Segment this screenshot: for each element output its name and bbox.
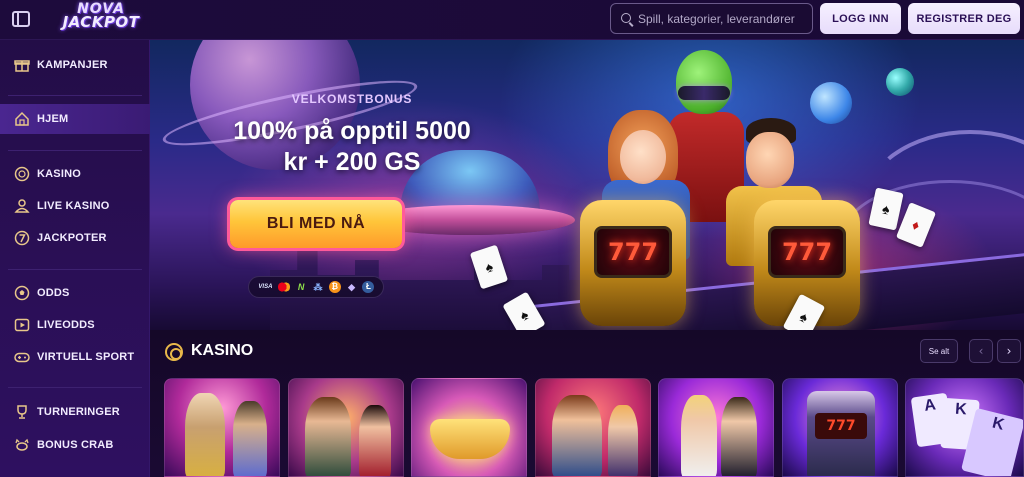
hero-eyebrow: VELKOMSTBONUS [291,92,413,106]
game-card-greek-gods[interactable] [164,378,280,477]
play-icon [14,317,30,333]
game-art [305,397,351,476]
hero-banner[interactable]: 777 777 ♠ ♠ ♦ ♠ ♠ VELKOMSTBONUS 100% på … [150,40,1024,330]
sidebar-item-label: BONUS CRAB [37,439,114,451]
search-icon [621,13,631,23]
game-art [721,397,757,476]
sidebar-item-label: VIRTUELL SPORT [37,351,135,363]
litecoin-icon: Ł [362,281,375,293]
game-card-live-dealers[interactable] [658,378,774,477]
game-art [608,405,638,476]
sidebar-item-turneringer[interactable]: TURNERINGER [0,397,150,427]
planet-illustration [810,82,852,124]
sidebar-divider [8,387,142,388]
payment-methods: VISA N ⁂ ₿ ◆ Ł [248,276,384,298]
game-card-playing-cards[interactable]: A K K [905,378,1024,477]
game-art [552,395,602,476]
game-card-adventurer[interactable] [288,378,404,477]
see-all-button[interactable]: Se alt [920,339,958,363]
search-input[interactable] [638,4,808,33]
sidebar-toggle-icon[interactable] [12,11,30,27]
ripple-icon: ⁂ [313,282,323,292]
planet-illustration [886,68,914,96]
slot-screen: 777 [768,226,846,278]
game-art [233,401,267,476]
alien-head [676,50,732,114]
sidebar-item-liveodds[interactable]: LIVEODDS [0,310,150,340]
chip-icon [14,166,30,182]
hero-headline-line-1: 100% på opptil 5000 [233,117,471,145]
sidebar-item-label: TURNERINGER [37,406,120,418]
sidebar-item-jackpoter[interactable]: JACKPOTER [0,223,150,253]
casino-section: KASINO Se alt ‹ › 777 A K K [150,330,1024,477]
game-art [185,393,225,476]
gamepad-icon [14,349,30,365]
chevron-right-icon[interactable]: › [997,339,1021,363]
gift-icon [14,57,30,73]
sidebar-item-virtuell-sport[interactable]: VIRTUELL SPORT [0,342,150,372]
sidebar-item-label: LIVE KASINO [37,200,110,212]
bitcoin-icon: ₿ [328,281,341,293]
hero-headline: 100% på opptil 5000 kr + 200 GS [182,116,522,178]
logo-line-2: JACKPOT [62,13,140,31]
girl-character-face [620,130,666,184]
man-character-face [746,132,794,188]
sidebar-item-label: HJEM [37,113,69,125]
sidebar-item-label: ODDS [37,287,70,299]
sidebar: KAMPANJER HJEM KASINO LIVE KASINO JACKPO… [0,40,150,477]
sidebar-item-odds[interactable]: ODDS [0,278,150,308]
sidebar-item-label: JACKPOTER [37,232,107,244]
hero-text: VELKOMSTBONUS 100% på opptil 5000 kr + 2… [182,92,522,178]
sidebar-item-hjem[interactable]: HJEM [0,104,150,134]
slot-car-left: 777 [580,200,686,326]
game-card-slot-machine[interactable]: 777 [782,378,898,477]
register-button[interactable]: REGISTRER DEG [908,3,1020,34]
mastercard-icon [278,281,291,293]
login-button[interactable]: LOGG INN [820,3,901,34]
search-box[interactable] [610,3,813,34]
game-card-pirate-gunslinger[interactable] [535,378,651,477]
sidebar-item-bonus-crab[interactable]: BONUS CRAB [0,430,150,460]
football-icon [14,285,30,301]
visa-icon: VISA [258,284,273,290]
sidebar-item-kampanjer[interactable]: KAMPANJER [0,50,150,80]
slot-display: 777 [815,413,867,439]
chevron-left-icon[interactable]: ‹ [969,339,993,363]
logo[interactable]: NOVA JACKPOT [55,2,147,35]
slot-screen: 777 [594,226,672,278]
game-card-golden-crown[interactable] [411,378,527,477]
alien-glasses [678,86,730,100]
ethereum-icon: ◆ [348,282,356,292]
home-icon [14,111,30,127]
sidebar-item-label: KAMPANJER [37,59,108,71]
neteller-icon: N [297,282,305,292]
chip-icon [165,343,183,361]
sidebar-divider [8,150,142,151]
sidebar-item-live-kasino[interactable]: LIVE KASINO [0,191,150,221]
sidebar-item-kasino[interactable]: KASINO [0,159,150,189]
top-bar: NOVA JACKPOT LOGG INN REGISTRER DEG [0,0,1024,40]
join-now-button[interactable]: BLI MED NÅ [230,200,402,248]
crown-icon [430,419,510,459]
game-art [359,405,391,476]
sidebar-item-label: KASINO [37,168,81,180]
dealer-icon [14,198,30,214]
game-art [681,395,717,476]
trophy-icon [14,404,30,420]
section-title: KASINO [191,342,254,359]
sidebar-divider [8,269,142,270]
sidebar-item-label: LIVEODDS [37,319,95,331]
seven-icon [14,230,30,246]
sidebar-divider [8,95,142,96]
crab-icon [14,437,30,453]
hero-headline-line-2: kr + 200 GS [283,148,421,176]
